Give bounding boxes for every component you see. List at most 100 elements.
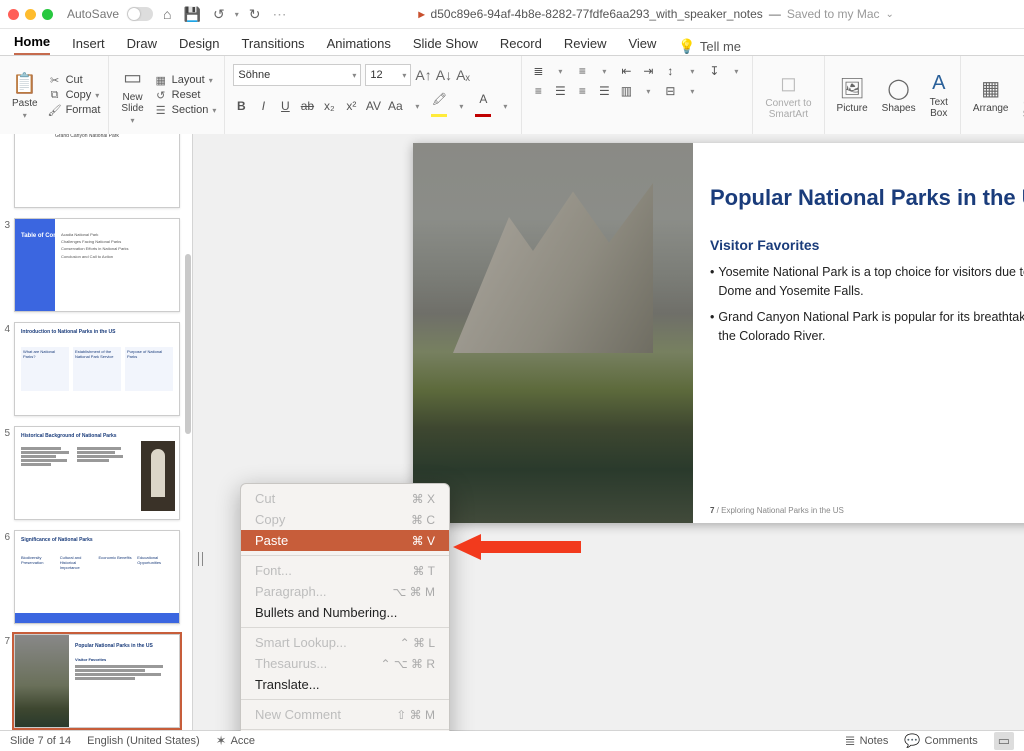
convert-smartart-button[interactable]: ◻︎ Convert to SmartArt: [761, 69, 815, 122]
reset-button[interactable]: ↺Reset: [154, 89, 217, 102]
redo-icon[interactable]: ↻: [247, 6, 263, 23]
thumb-col: Cultural and Historical Importance: [60, 555, 96, 570]
textbox-button[interactable]: AText Box: [926, 70, 952, 121]
thumbnail-scrollbar[interactable]: [185, 134, 191, 731]
slide-canvas[interactable]: Popular National Parks in the US Visitor…: [413, 143, 1024, 523]
shapes-button[interactable]: ◯Shapes: [878, 74, 920, 116]
copy-chevron-icon[interactable]: ▾: [95, 91, 99, 100]
underline-button[interactable]: U: [277, 99, 293, 113]
home-icon[interactable]: ⌂: [161, 6, 173, 22]
decrease-indent-icon[interactable]: ⇤: [618, 64, 634, 78]
thumbnail-5[interactable]: 5 Historical Background of National Park…: [0, 426, 184, 520]
slide-title: Popular National Parks in the US: [710, 185, 1024, 211]
thumbnail-2[interactable]: Yosemite National Park Grand Canyon Nati…: [0, 134, 184, 208]
numbering-chevron-icon[interactable]: ▾: [596, 67, 612, 76]
columns-chevron-icon[interactable]: ▾: [640, 87, 656, 96]
ctx-translate[interactable]: Translate...: [241, 674, 449, 695]
status-accessibility[interactable]: ✶Acce: [216, 733, 255, 749]
char-spacing-button[interactable]: AV: [365, 99, 381, 113]
tab-view[interactable]: View: [628, 36, 656, 55]
bullets-button[interactable]: ≣: [530, 64, 546, 78]
align-right-icon[interactable]: ≡: [574, 84, 590, 98]
bold-button[interactable]: B: [233, 99, 249, 113]
minimize-window[interactable]: [25, 9, 36, 20]
tab-draw[interactable]: Draw: [127, 36, 157, 55]
section-button[interactable]: ☰Section▾: [154, 104, 217, 117]
tab-record[interactable]: Record: [500, 36, 542, 55]
decrease-font-icon[interactable]: A↓: [436, 67, 452, 83]
tab-animations[interactable]: Animations: [327, 36, 391, 55]
status-comments[interactable]: 💬Comments: [904, 733, 977, 749]
tab-slideshow[interactable]: Slide Show: [413, 36, 478, 55]
numbering-button[interactable]: ≡: [574, 64, 590, 78]
cut-button[interactable]: ✂︎Cut: [48, 74, 101, 87]
ctx-bullets[interactable]: Bullets and Numbering...: [241, 602, 449, 623]
italic-button[interactable]: I: [255, 99, 271, 113]
zoom-window[interactable]: [42, 9, 53, 20]
document-title[interactable]: ▸ d50c89e6-94af-4b8e-8282-77fdfe6aa293_w…: [296, 7, 1016, 21]
spacing-chevron-icon[interactable]: ▾: [684, 67, 700, 76]
tab-insert[interactable]: Insert: [72, 36, 105, 55]
highlight-chevron-icon[interactable]: ▾: [453, 102, 469, 111]
format-painter-button[interactable]: 🖌Format: [48, 104, 101, 117]
text-direction-icon[interactable]: ↧: [706, 64, 722, 78]
font-size-select[interactable]: 12▾: [365, 64, 411, 86]
clear-format-icon[interactable]: Aₓ: [456, 67, 470, 83]
slide-text-frame[interactable]: Popular National Parks in the US Visitor…: [710, 185, 1024, 353]
align-left-icon[interactable]: ≡: [530, 84, 546, 98]
layout-button[interactable]: ▦Layout▾: [154, 74, 217, 87]
increase-font-icon[interactable]: A↑: [415, 67, 431, 83]
thumbnail-7[interactable]: 7 Popular National Parks in the US Visit…: [0, 634, 184, 728]
status-notes[interactable]: ≣Notes: [845, 733, 889, 749]
ctx-paste[interactable]: Paste⌘ V: [241, 530, 449, 551]
undo-dropdown[interactable]: ▾: [235, 10, 239, 19]
close-window[interactable]: [8, 9, 19, 20]
status-slide-count[interactable]: Slide 7 of 14: [10, 735, 71, 747]
increase-indent-icon[interactable]: ⇥: [640, 64, 656, 78]
title-chevron-icon[interactable]: ⌄: [886, 9, 894, 20]
line-spacing-icon[interactable]: ↕: [662, 64, 678, 78]
undo-icon[interactable]: ↺: [211, 6, 227, 23]
superscript-button[interactable]: x²: [343, 99, 359, 113]
tab-review[interactable]: Review: [564, 36, 607, 55]
picture-button[interactable]: 🖼Picture: [833, 74, 872, 116]
align-center-icon[interactable]: ☰: [552, 84, 568, 98]
section-chevron-icon[interactable]: ▾: [212, 106, 216, 115]
tell-me[interactable]: 💡 Tell me: [678, 38, 741, 55]
paste-button[interactable]: 📋 Paste ▾: [8, 69, 42, 122]
thumbnail-3[interactable]: 3 Table of Contents Acadia National Park…: [0, 218, 184, 312]
save-icon[interactable]: 💾: [182, 6, 203, 23]
strike-button[interactable]: ab: [299, 99, 315, 113]
font-color-button[interactable]: A: [475, 92, 491, 120]
highlight-button[interactable]: 🖍: [431, 92, 447, 120]
quick-styles-button[interactable]: ✴︎Quick Styles: [1019, 69, 1024, 122]
copy-button[interactable]: ⧉Copy▾: [48, 89, 101, 102]
autosave-toggle[interactable]: [127, 7, 153, 21]
align-text-chevron-icon[interactable]: ▾: [684, 87, 700, 96]
view-normal-icon[interactable]: ▭: [994, 732, 1014, 750]
subscript-button[interactable]: x₂: [321, 99, 337, 113]
layout-chevron-icon[interactable]: ▾: [209, 76, 213, 85]
notes-cursor[interactable]: [198, 552, 203, 566]
change-case-button[interactable]: Aa: [387, 99, 403, 113]
align-text-icon[interactable]: ⊟: [662, 84, 678, 98]
tab-home[interactable]: Home: [14, 34, 50, 55]
arrange-button[interactable]: ▦Arrange: [969, 74, 1013, 116]
status-bar: Slide 7 of 14 English (United States) ✶A…: [0, 730, 1024, 751]
new-slide-chevron-icon[interactable]: ▾: [131, 116, 135, 125]
thumbnail-6[interactable]: 6 Significance of National Parks Biodive…: [0, 530, 184, 624]
case-chevron-icon[interactable]: ▾: [409, 102, 425, 111]
direction-chevron-icon[interactable]: ▾: [728, 67, 744, 76]
tab-transitions[interactable]: Transitions: [241, 36, 304, 55]
justify-icon[interactable]: ☰: [596, 84, 612, 98]
qat-more-icon[interactable]: ⋯: [270, 6, 288, 23]
font-color-chevron-icon[interactable]: ▾: [497, 102, 513, 111]
tab-design[interactable]: Design: [179, 36, 219, 55]
paste-chevron-icon[interactable]: ▾: [23, 111, 27, 120]
new-slide-button[interactable]: ▭ New Slide ▾: [117, 63, 147, 127]
font-name-select[interactable]: Söhne▾: [233, 64, 361, 86]
columns-icon[interactable]: ▥: [618, 84, 634, 98]
status-language[interactable]: English (United States): [87, 735, 200, 747]
bullets-chevron-icon[interactable]: ▾: [552, 67, 568, 76]
thumbnail-4[interactable]: 4 Introduction to National Parks in the …: [0, 322, 184, 416]
